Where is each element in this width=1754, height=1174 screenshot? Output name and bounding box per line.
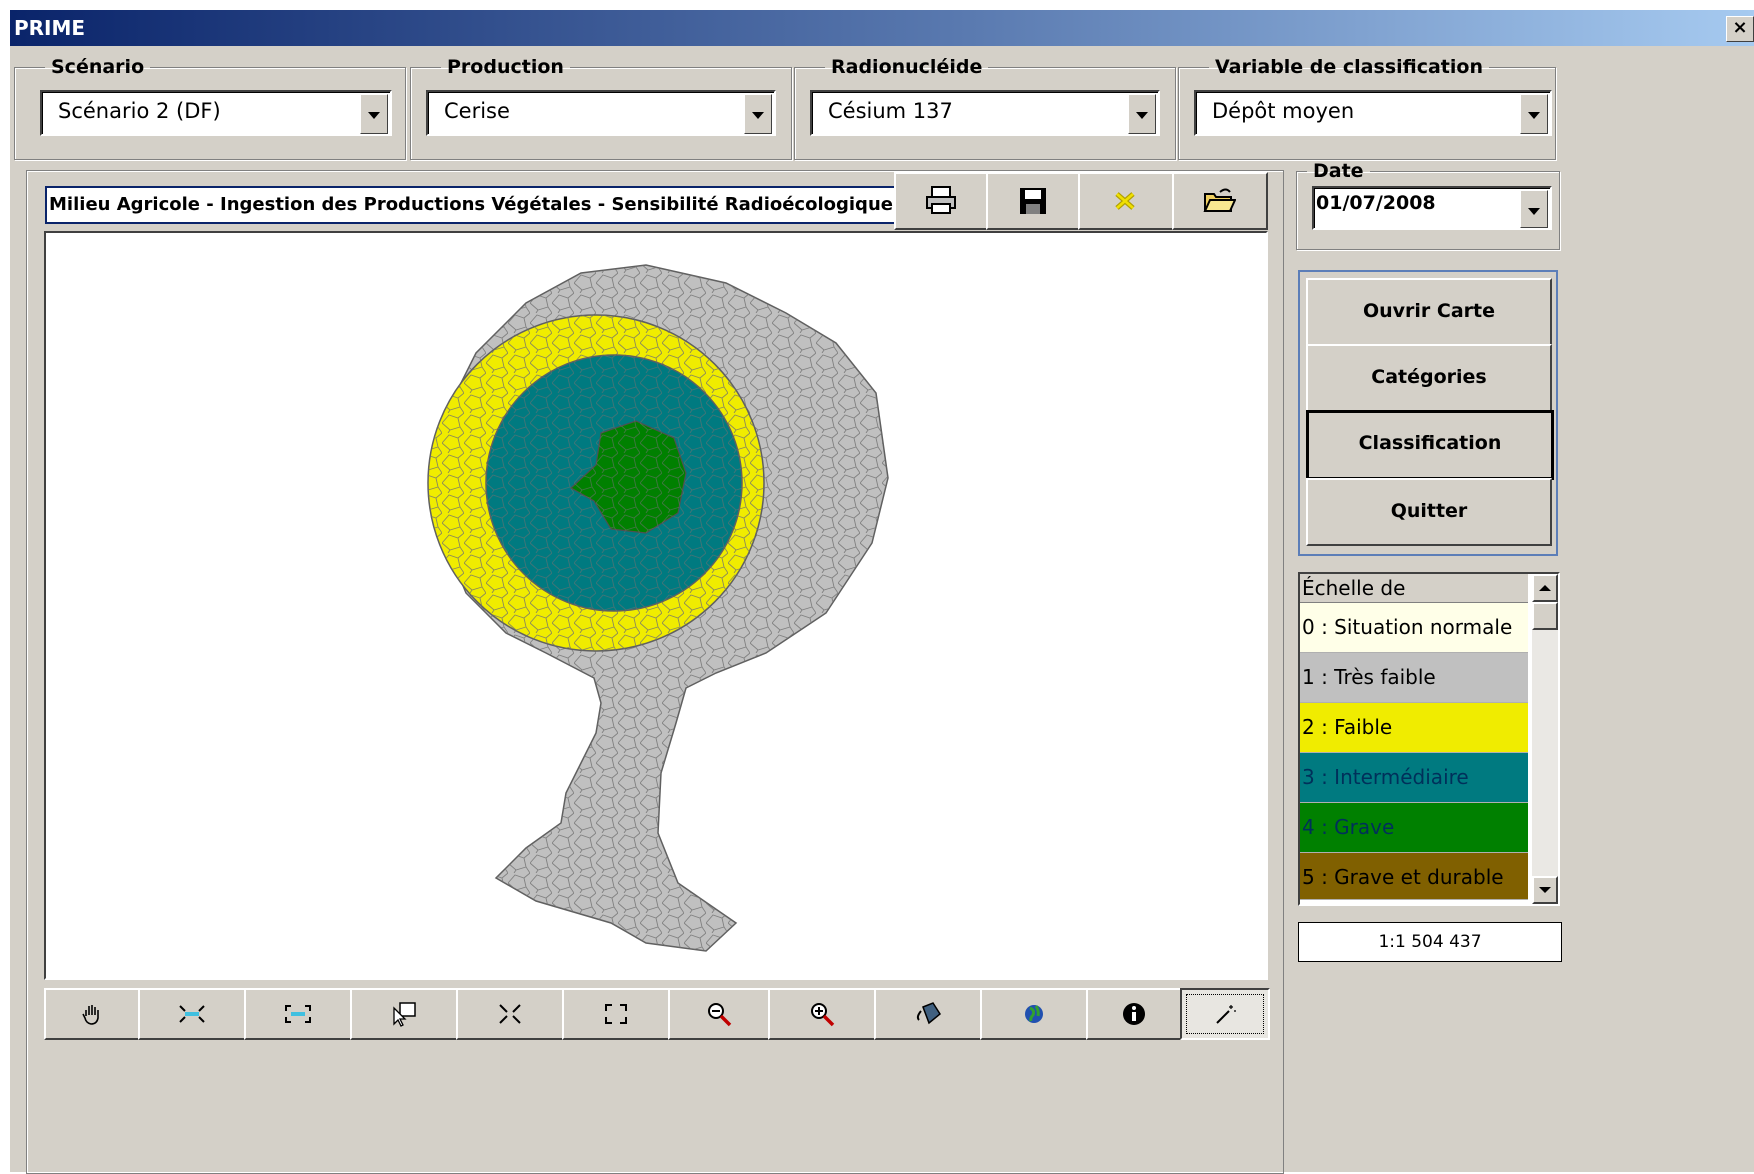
chevron-down-icon[interactable] [1520,190,1548,228]
legend-header: Échelle de classification [1300,574,1528,628]
legend-item[interactable]: 2 : Faible [1300,703,1528,753]
zoom-in-fixed-icon [179,1005,205,1023]
info-icon [1123,1003,1145,1025]
production-value: Cerise [444,99,510,123]
classification-variable-select[interactable]: Dépôt moyen [1194,90,1552,136]
quit-button[interactable]: Quitter [1306,478,1552,546]
zoom-out-button[interactable] [668,988,770,1040]
radionuclide-value: Césium 137 [828,99,953,123]
floppy-save-icon [1020,188,1046,214]
scenario-select[interactable]: Scénario 2 (DF) [40,90,392,136]
shrink-button[interactable] [456,988,564,1040]
chevron-down-icon[interactable] [1520,94,1548,134]
pan-hand-icon [82,1005,99,1025]
categories-button[interactable]: Catégories [1306,344,1552,412]
prime-window: PRIME × Scénario Scénario 2 (DF) Product… [10,10,1754,1174]
legend-item-label: 3 : Intermédiaire [1302,765,1469,789]
legend-item-label: 1 : Très faible [1302,665,1436,689]
legend-item-label: 5 : Grave et durable [1302,865,1504,889]
printer-icon [926,186,956,214]
date-value: 01/07/2008 [1316,192,1436,214]
globe-button[interactable] [980,988,1088,1040]
pan-button[interactable] [44,988,140,1040]
info-button[interactable] [1086,988,1182,1040]
legend-item[interactable]: 4 : Grave [1300,803,1528,853]
open-folder-icon [1203,188,1236,212]
select-feature-button[interactable] [350,988,458,1040]
zoom-out-fixed-icon [285,1005,311,1023]
save-button[interactable] [986,172,1082,230]
classification-variable-value: Dépôt moyen [1212,99,1355,123]
zoom-in-fixed-button[interactable] [138,988,246,1040]
legend-item[interactable]: 1 : Très faible [1300,653,1528,703]
legend-item-label: 4 : Grave [1302,815,1395,839]
paint-bucket-icon [916,1002,941,1025]
map-tools-toolbar [44,988,1270,1040]
radionuclide-label: Radionucléide [831,56,983,78]
arrow-down-icon [1539,887,1551,893]
close-button[interactable]: × [1726,16,1754,42]
date-label: Date [1313,160,1364,182]
legend-item[interactable]: 5 : Grave et durable [1300,853,1528,900]
legend-item[interactable]: 3 : Intermédiaire [1300,753,1528,803]
scenario-label: Scénario [51,56,145,78]
close-icon: × [1732,17,1748,38]
expand-button[interactable] [562,988,670,1040]
command-panel: Ouvrir Carte Catégories Classification Q… [1298,270,1558,556]
legend-scrollbar[interactable] [1532,574,1558,904]
select-feature-icon [393,1002,416,1027]
arrow-up-icon [1539,585,1551,591]
open-button[interactable] [1172,172,1268,230]
map-canvas[interactable] [44,231,1268,980]
date-select[interactable]: 01/07/2008 [1312,186,1552,230]
clear-icon [1115,192,1135,210]
map-title-box: Milieu Agricole - Ingestion des Producti… [45,186,897,224]
classification-legend: Échelle de classification 0 : Situation … [1298,572,1560,906]
legend-item[interactable]: 0 : Situation normale [1300,603,1528,653]
scroll-down-button[interactable] [1532,876,1558,904]
radioecological-map[interactable] [46,233,1266,978]
zoom-in-button[interactable] [768,988,876,1040]
map-scale: 1:1 504 437 [1298,922,1562,962]
print-button[interactable] [894,172,990,230]
zoom-out-icon [708,1003,732,1027]
magic-wand-icon [1216,1005,1236,1024]
map-title: Milieu Agricole - Ingestion des Producti… [49,194,893,215]
chevron-down-icon[interactable] [744,94,772,134]
classification-button[interactable]: Classification [1306,410,1554,480]
magic-wand-button[interactable] [1180,988,1270,1040]
zoom-in-icon [811,1003,835,1027]
shrink-icon [499,1004,521,1024]
radionuclide-select[interactable]: Césium 137 [810,90,1160,136]
expand-icon [605,1004,627,1024]
chevron-down-icon[interactable] [360,94,388,134]
clear-button[interactable] [1078,172,1174,230]
title-bar[interactable]: PRIME × [10,10,1754,46]
open-map-button[interactable]: Ouvrir Carte [1306,278,1552,346]
scroll-thumb[interactable] [1532,602,1558,630]
chevron-down-icon[interactable] [1128,94,1156,134]
classification-variable-label: Variable de classification [1215,56,1483,78]
globe-icon [1025,1005,1043,1023]
window-title: PRIME [14,16,86,40]
zoom-out-fixed-button[interactable] [244,988,352,1040]
scroll-up-button[interactable] [1532,574,1558,602]
legend-item-label: 0 : Situation normale [1302,615,1513,639]
legend-item-label: 2 : Faible [1302,715,1393,739]
fill-color-button[interactable] [874,988,982,1040]
production-label: Production [447,56,564,78]
production-select[interactable]: Cerise [426,90,776,136]
scenario-value: Scénario 2 (DF) [58,99,221,123]
